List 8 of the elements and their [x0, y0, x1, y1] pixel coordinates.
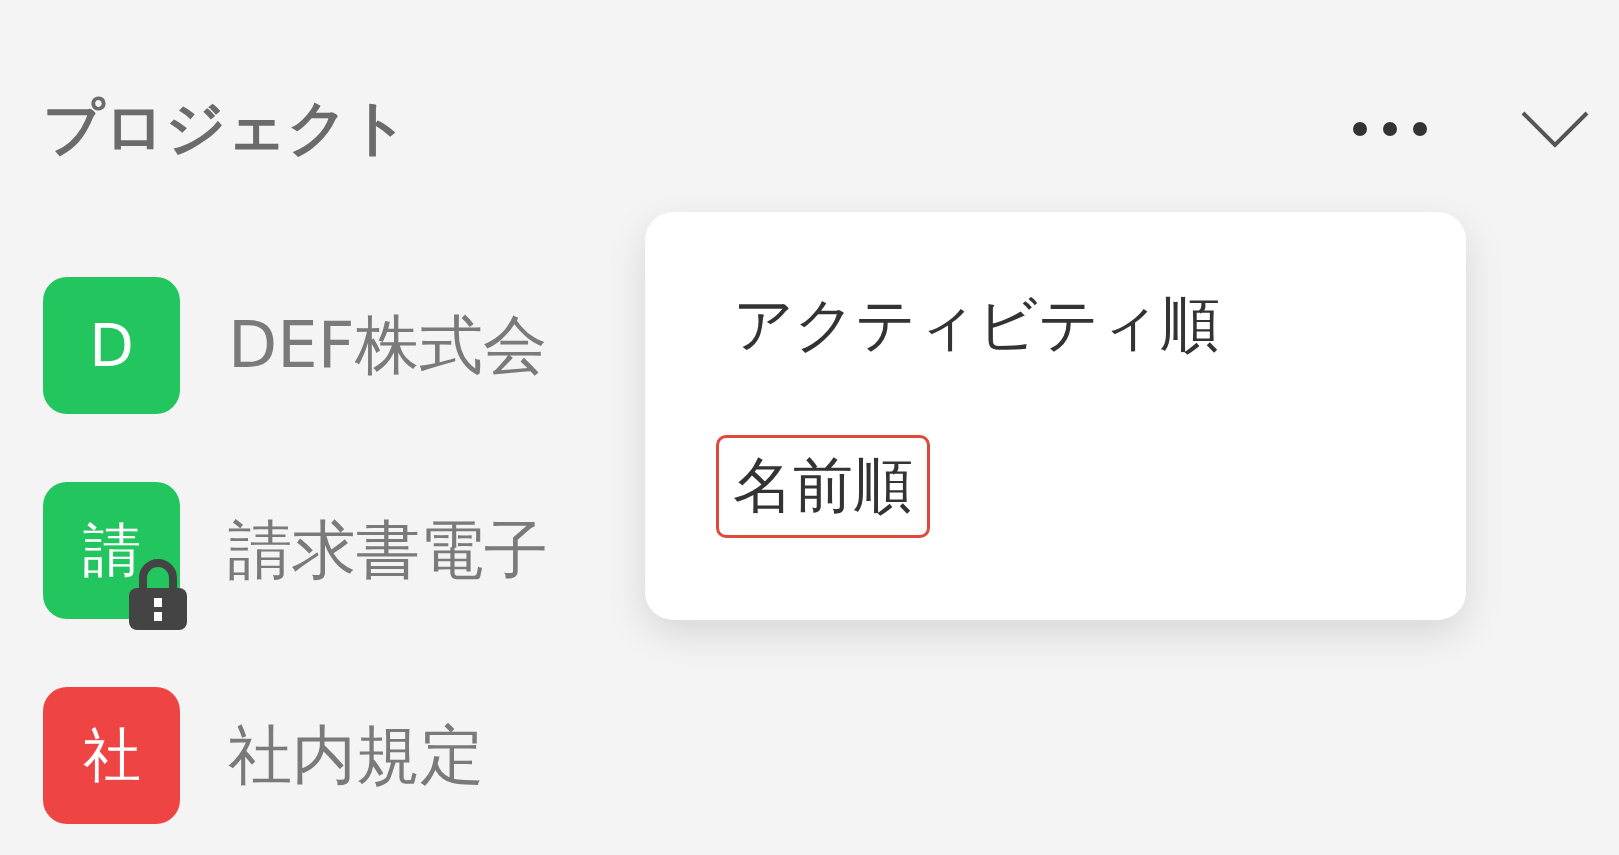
project-avatar[interactable]: D — [43, 277, 180, 414]
section-title: プロジェクト — [43, 91, 410, 164]
project-avatar[interactable]: 社 — [43, 687, 180, 824]
project-name[interactable]: 社内規定 — [228, 712, 484, 799]
project-name[interactable]: 請求書電子 — [228, 507, 548, 594]
menu-item[interactable]: 名前順 — [716, 435, 930, 538]
menu-item[interactable]: アクティビティ順 — [716, 274, 1237, 377]
project-name[interactable]: DEF株式会 — [228, 302, 547, 389]
